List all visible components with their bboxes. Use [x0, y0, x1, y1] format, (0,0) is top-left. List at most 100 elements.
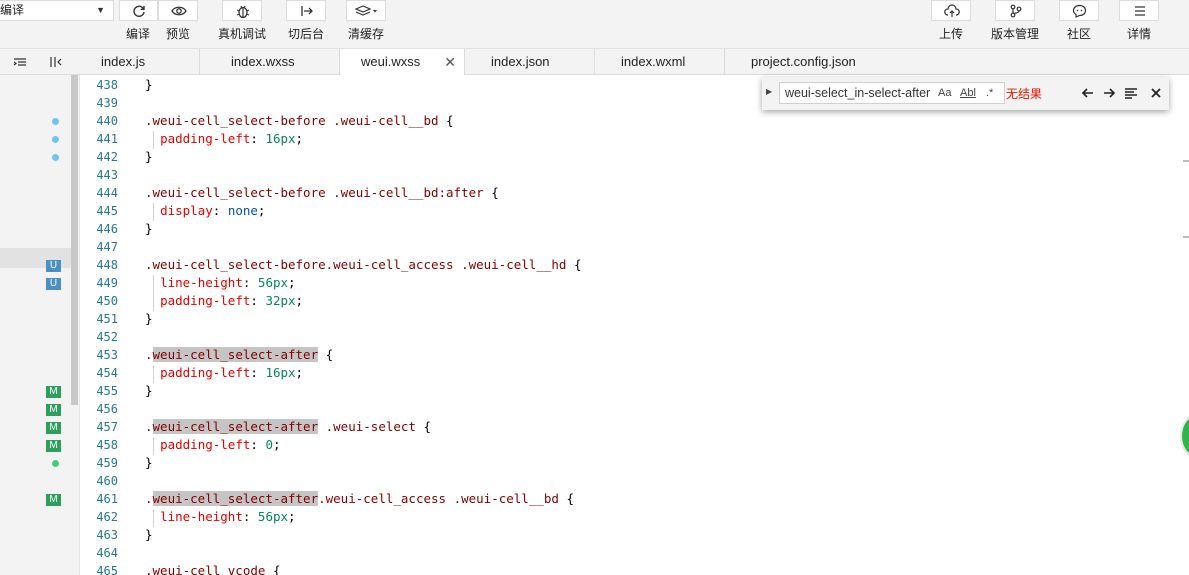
find-widget: ▶ weui-select_in-select-after Aa Abl .* …: [762, 77, 1169, 110]
layers-icon: [355, 5, 377, 16]
change-dot-marker: [52, 154, 59, 161]
refresh-icon: [133, 5, 145, 17]
compile-mode-value: 编译: [0, 3, 25, 17]
line-number: 440: [96, 114, 118, 128]
overview-ruler-mark: [1183, 236, 1189, 238]
indent-guide: [153, 275, 154, 293]
find-query: weui-select_in-select-after: [785, 86, 931, 100]
tab-project-config-json[interactable]: project.config.json: [725, 49, 885, 75]
line-number: 448: [96, 258, 118, 272]
close-icon[interactable]: ✕: [444, 49, 456, 75]
indent-guide: [153, 365, 154, 383]
editor-tab-bar: index.js index.wxss weui.wxss ✕ index.js…: [0, 48, 1189, 76]
line-number: 441: [96, 132, 118, 146]
line-number: 442: [96, 150, 118, 164]
code-line[interactable]: line-height: 56px;: [145, 275, 296, 290]
clear-cache-label: 清缓存: [347, 27, 384, 41]
code-line[interactable]: padding-left: 16px;: [145, 131, 303, 146]
compile-mode-select[interactable]: 编译 ▼: [0, 0, 114, 21]
modified-badge: M: [46, 494, 61, 506]
line-number: 453: [96, 348, 118, 362]
code-line[interactable]: }: [145, 527, 153, 542]
code-line[interactable]: }: [145, 455, 153, 470]
regex-toggle[interactable]: .*: [986, 83, 993, 103]
code-line[interactable]: .weui-cell_vcode {: [145, 563, 280, 575]
find-input[interactable]: weui-select_in-select-after Aa Abl .*: [779, 82, 1005, 104]
code-editor[interactable]: 438} 439 440 .weui-cell_select-before .weui…: [80, 75, 1189, 575]
code-line[interactable]: }: [145, 221, 153, 236]
chat-icon: [1072, 4, 1087, 18]
line-number: 464: [96, 546, 118, 560]
tab-index-js[interactable]: index.js: [80, 49, 200, 75]
code-line[interactable]: .weui-cell_select-after.weui-cell_access…: [145, 491, 574, 506]
expand-replace-icon[interactable]: ▶: [766, 87, 772, 96]
code-line[interactable]: }: [145, 149, 153, 164]
line-number: 451: [96, 312, 118, 326]
code-line[interactable]: .weui-cell_select-before .weui-cell__bd …: [145, 113, 454, 128]
modified-badge: M: [46, 422, 61, 434]
remote-debug-button[interactable]: 真机调试: [212, 0, 272, 48]
untracked-badge: U: [46, 260, 61, 272]
arrow-down-icon[interactable]: [1101, 85, 1117, 101]
details-button[interactable]: 详情: [1118, 0, 1160, 48]
line-number: 454: [96, 366, 118, 380]
upload-label: 上传: [938, 27, 963, 41]
line-number: 463: [96, 528, 118, 542]
code-line[interactable]: padding-left: 16px;: [145, 365, 303, 380]
code-line[interactable]: .weui-cell_select-before.weui-cell_acces…: [145, 257, 582, 272]
gutter-scrollbar[interactable]: [71, 75, 78, 405]
code-line[interactable]: display: none;: [145, 203, 265, 218]
code-line[interactable]: }: [145, 311, 153, 326]
code-line[interactable]: }: [145, 383, 153, 398]
community-button[interactable]: 社区: [1058, 0, 1100, 48]
line-number: 446: [96, 222, 118, 236]
background-label: 切后台: [287, 27, 324, 41]
tab-index-wxss[interactable]: index.wxss: [200, 49, 340, 75]
branch-icon: [1010, 4, 1022, 18]
collapse-outline-icon[interactable]: [10, 52, 30, 72]
code-line[interactable]: padding-left: 32px;: [145, 293, 303, 308]
compile-button[interactable]: 编译: [118, 0, 158, 48]
tab-label: index.wxss: [231, 54, 295, 69]
line-number: 438: [96, 78, 118, 92]
overview-ruler-mark: [1183, 160, 1189, 162]
change-dot-marker: [52, 118, 59, 125]
code-line[interactable]: .weui-cell_select-after .weui-select {: [145, 419, 431, 434]
line-number: 459: [96, 456, 118, 470]
tab-label: index.js: [101, 54, 146, 69]
upload-button[interactable]: 上传: [930, 0, 972, 48]
line-number: 444: [96, 186, 118, 200]
tab-weui-wxss[interactable]: weui.wxss ✕: [340, 49, 465, 76]
close-icon[interactable]: [1148, 85, 1164, 101]
details-label: 详情: [1126, 27, 1151, 41]
tab-label: weui.wxss: [361, 54, 421, 69]
preview-button[interactable]: 预览: [158, 0, 198, 48]
tab-label: index.wxml: [621, 54, 686, 69]
indent-guide: [153, 437, 154, 455]
arrow-up-icon[interactable]: [1080, 85, 1096, 101]
line-number: 447: [96, 240, 118, 254]
code-line[interactable]: }: [145, 77, 153, 92]
toggle-sidebar-icon[interactable]: [46, 52, 66, 72]
indent-guide: [153, 509, 154, 527]
tab-index-json[interactable]: index.json: [465, 49, 595, 75]
code-line[interactable]: .weui-cell_select-after {: [145, 347, 333, 362]
toolbar: 编译 ▼ 编译 预览 真机调试 切后台 清缓存 上传 版本管理 社区 详情: [0, 0, 1189, 48]
git-gutter: UUMMMMM: [0, 75, 80, 575]
cloud-upload-icon: [944, 4, 960, 17]
background-button[interactable]: 切后台: [280, 0, 332, 48]
compile-label: 编译: [125, 27, 150, 41]
version-control-button[interactable]: 版本管理: [990, 0, 1040, 48]
whole-word-toggle[interactable]: Abl: [960, 83, 976, 103]
line-number: 460: [96, 474, 118, 488]
indent-guide: [153, 203, 154, 221]
match-case-toggle[interactable]: Aa: [938, 83, 951, 103]
code-line[interactable]: line-height: 56px;: [145, 509, 296, 524]
indent-guide: [153, 293, 154, 311]
code-line[interactable]: .weui-cell_select-before .weui-cell__bd:…: [145, 185, 499, 200]
clear-cache-button[interactable]: 清缓存: [342, 0, 390, 48]
line-number: 462: [96, 510, 118, 524]
code-line[interactable]: padding-left: 0;: [145, 437, 280, 452]
find-in-selection-icon[interactable]: [1123, 85, 1139, 101]
tab-index-wxml[interactable]: index.wxml: [595, 49, 725, 75]
